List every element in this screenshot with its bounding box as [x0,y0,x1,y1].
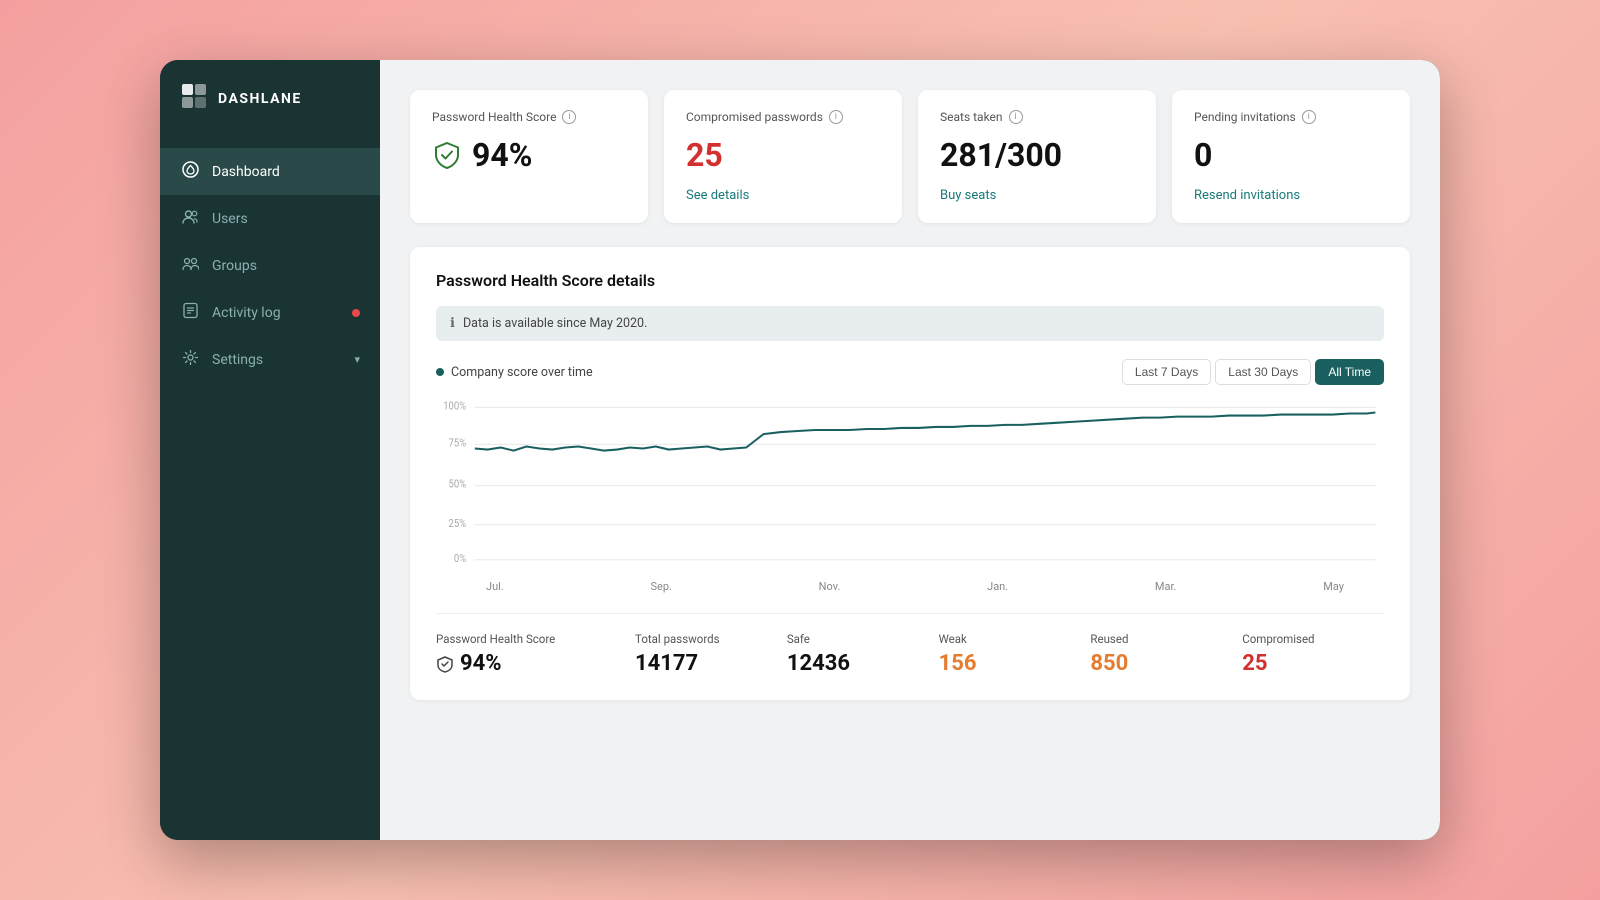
compromised-see-details-link[interactable]: See details [686,188,749,203]
compromised-value: 25 [686,136,880,174]
seats-title: Seats taken i [940,110,1134,124]
logo-area: DASHLANE [160,60,380,138]
x-label-may: May [1323,580,1344,593]
time-btn-30days[interactable]: Last 30 Days [1215,359,1311,385]
summary-weak-label: Weak [939,632,1081,646]
legend-dot-icon [436,368,444,376]
time-filter-buttons: Last 7 Days Last 30 Days All Time [1122,359,1384,385]
time-btn-alltime[interactable]: All Time [1315,359,1384,385]
chart-svg: 100% 75% 50% 25% 0% [436,395,1384,570]
health-score-title: Password Health Score i [432,110,626,124]
compromised-title: Compromised passwords i [686,110,880,124]
info-banner-icon: ℹ [450,316,455,331]
x-label-mar: Mar. [1155,580,1177,593]
sidebar-item-users[interactable]: Users [160,195,380,242]
svg-text:100%: 100% [443,399,466,413]
summary-reused: Reused 850 [1090,632,1232,676]
summary-reused-value: 850 [1090,651,1232,676]
logo-text: DASHLANE [218,91,302,107]
sidebar-navigation: Dashboard Users [160,148,380,383]
seats-value: 281/300 [940,136,1134,174]
summary-compromised-value: 25 [1242,651,1384,676]
summary-weak-value: 156 [939,651,1081,676]
stats-row: Password Health Score i 94% Compromised … [410,90,1410,223]
sidebar: DASHLANE Dashboard [160,60,380,840]
svg-text:50%: 50% [449,477,467,491]
x-label-sep: Sep. [650,580,671,593]
summary-weak: Weak 156 [939,632,1081,676]
seats-info-icon[interactable]: i [1009,110,1023,124]
seats-buy-link[interactable]: Buy seats [940,188,996,203]
chart-x-labels: Jul. Sep. Nov. Jan. Mar. May [436,580,1384,593]
health-score-value: 94% [432,136,626,174]
summary-row: Password Health Score 94% Total password… [436,613,1384,676]
sidebar-item-groups[interactable]: Groups [160,242,380,289]
invitations-title: Pending invitations i [1194,110,1388,124]
settings-icon [180,349,200,370]
time-btn-7days[interactable]: Last 7 Days [1122,359,1211,385]
summary-safe-value: 12436 [787,651,929,676]
chart-area: 100% 75% 50% 25% 0% [436,395,1384,570]
summary-compromised-label: Compromised [1242,632,1384,646]
summary-safe-label: Safe [787,632,929,646]
sidebar-item-label-dashboard: Dashboard [212,164,360,180]
activity-badge [352,309,360,317]
device-frame: DASHLANE Dashboard [160,60,1440,840]
chart-title: Password Health Score details [436,271,1384,290]
summary-health-label: Password Health Score [436,632,625,646]
stat-card-seats: Seats taken i 281/300 Buy seats [918,90,1156,223]
invitations-value: 0 [1194,136,1388,174]
summary-health-score: Password Health Score 94% [436,632,625,676]
summary-safe: Safe 12436 [787,632,929,676]
sidebar-item-activity-log[interactable]: Activity log [160,289,380,336]
sidebar-item-label-settings: Settings [212,352,342,368]
logo-icon [180,82,208,116]
summary-shield-icon [436,655,454,673]
x-label-nov: Nov. [819,580,841,593]
x-label-jan: Jan. [987,580,1008,593]
sidebar-item-dashboard[interactable]: Dashboard [160,148,380,195]
summary-reused-label: Reused [1090,632,1232,646]
chart-header: Company score over time Last 7 Days Last… [436,359,1384,385]
svg-text:0%: 0% [454,551,467,565]
sidebar-item-settings[interactable]: Settings ▾ [160,336,380,383]
activity-icon [180,302,200,323]
sidebar-item-label-users: Users [212,211,360,227]
summary-total-passwords: Total passwords 14177 [635,632,777,676]
sidebar-item-label-groups: Groups [212,258,360,274]
health-score-info-icon[interactable]: i [562,110,576,124]
summary-health-value: 94% [436,651,625,676]
summary-total-label: Total passwords [635,632,777,646]
stat-card-invitations: Pending invitations i 0 Resend invitatio… [1172,90,1410,223]
stat-card-compromised: Compromised passwords i 25 See details [664,90,902,223]
main-content: Password Health Score i 94% Compromised … [380,60,1440,840]
groups-icon [180,255,200,276]
settings-chevron-icon: ▾ [354,353,360,366]
users-icon [180,208,200,229]
invitations-resend-link[interactable]: Resend invitations [1194,188,1300,203]
svg-text:75%: 75% [449,436,467,450]
chart-card: Password Health Score details ℹ Data is … [410,247,1410,700]
invitations-info-icon[interactable]: i [1302,110,1316,124]
svg-text:25%: 25% [449,516,467,530]
stat-card-health-score: Password Health Score i 94% [410,90,648,223]
sidebar-item-label-activity: Activity log [212,305,340,321]
x-label-jul: Jul. [486,580,504,593]
dashboard-icon [180,161,200,182]
chart-legend: Company score over time [436,365,593,380]
info-banner: ℹ Data is available since May 2020. [436,306,1384,341]
summary-compromised: Compromised 25 [1242,632,1384,676]
compromised-info-icon[interactable]: i [829,110,843,124]
shield-icon [432,140,462,170]
summary-total-value: 14177 [635,651,777,676]
